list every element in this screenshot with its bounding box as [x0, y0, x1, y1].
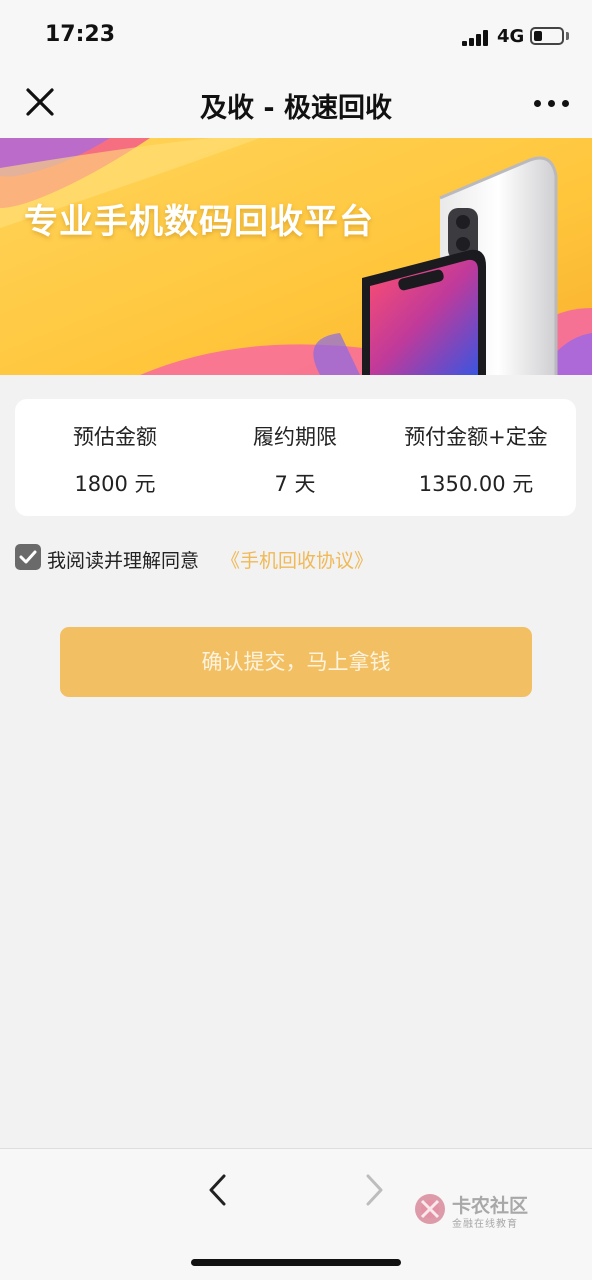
page-title: 及收 - 极速回收 [199, 93, 392, 124]
nav-bar: 及收 - 极速回收 [0, 66, 592, 138]
battery-tip [566, 32, 569, 40]
status-bar: 17:23 4G [0, 0, 592, 66]
battery-icon [530, 27, 564, 45]
page: 17:23 4G 及收 - 极速回收 专业手机数码回收平台 预估金额 1800 … [0, 0, 592, 1280]
agreement-text: 我阅读并理解同意 [47, 550, 200, 572]
term-column: 履约期限 7 天 [201, 399, 389, 516]
chevron-left-icon[interactable] [206, 1173, 230, 1207]
watermark-logo-icon [415, 1194, 445, 1224]
promo-banner[interactable]: 专业手机数码回收平台 [0, 138, 592, 375]
network-label: 4G [497, 26, 525, 47]
estimate-value: 1800 元 [74, 472, 156, 496]
watermark: 卡农社区 金融在线教育 [412, 1191, 542, 1231]
agreement-checkbox[interactable] [15, 544, 41, 570]
banner-artwork [0, 138, 592, 375]
check-icon [19, 550, 37, 564]
term-value: 7 天 [274, 472, 316, 496]
signal-icon [462, 30, 490, 46]
bottom-toolbar: 卡农社区 金融在线教育 [0, 1148, 592, 1280]
home-indicator[interactable] [191, 1259, 401, 1266]
agreement-row: 我阅读并理解同意 《手机回收协议》 [15, 543, 575, 573]
prepay-value: 1350.00 元 [418, 472, 534, 496]
term-label: 履约期限 [253, 425, 337, 449]
estimate-label: 预估金额 [73, 425, 157, 449]
more-dots-icon[interactable] [534, 100, 570, 108]
prepay-column: 预付金额+定金 1350.00 元 [376, 399, 576, 516]
submit-button[interactable]: 确认提交，马上拿钱 [60, 627, 532, 697]
status-time: 17:23 [45, 22, 116, 47]
prepay-label: 预付金额+定金 [404, 425, 548, 449]
watermark-subtitle: 金融在线教育 [452, 1219, 518, 1230]
estimate-column: 预估金额 1800 元 [15, 399, 215, 516]
watermark-name: 卡农社区 [452, 1195, 529, 1217]
banner-headline: 专业手机数码回收平台 [24, 202, 374, 242]
info-card: 预估金额 1800 元 履约期限 7 天 预付金额+定金 1350.00 元 [15, 399, 576, 516]
chevron-right-icon[interactable] [362, 1173, 386, 1207]
agreement-link[interactable]: 《手机回收协议》 [221, 546, 373, 573]
